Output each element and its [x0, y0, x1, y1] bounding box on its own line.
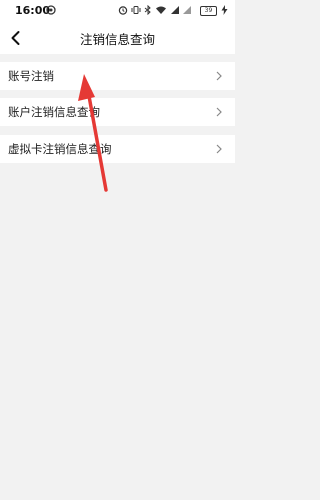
battery-icon: 39: [200, 6, 217, 16]
notification-icon: [46, 5, 56, 15]
menu-item-label: 虚拟卡注销信息查询: [8, 142, 112, 156]
wifi-icon: [156, 6, 166, 14]
chevron-right-icon: [216, 71, 222, 81]
battery-level: 39: [204, 7, 213, 14]
chevron-right-icon: [216, 144, 222, 154]
bluetooth-icon: [144, 5, 151, 15]
menu-item-virtual-card-cancel-query[interactable]: 虚拟卡注销信息查询: [0, 135, 235, 163]
menu-item-account-cancel-query[interactable]: 账户注销信息查询: [0, 98, 235, 126]
status-bar: 16:00 39: [0, 0, 235, 22]
menu-item-label: 账户注销信息查询: [8, 105, 100, 119]
status-time: 16:00: [15, 4, 51, 17]
charging-icon: [221, 5, 228, 15]
signal-icon-2: [183, 6, 191, 14]
menu-item-account-cancel[interactable]: 账号注销: [0, 62, 235, 90]
vibrate-icon: [131, 6, 141, 14]
page-title: 注销信息查询: [79, 32, 155, 47]
chevron-right-icon: [216, 107, 222, 117]
alarm-icon: [118, 6, 128, 15]
header-bar: 注销信息查询: [0, 22, 235, 54]
signal-icon: [171, 6, 179, 14]
menu-item-label: 账号注销: [8, 69, 54, 83]
